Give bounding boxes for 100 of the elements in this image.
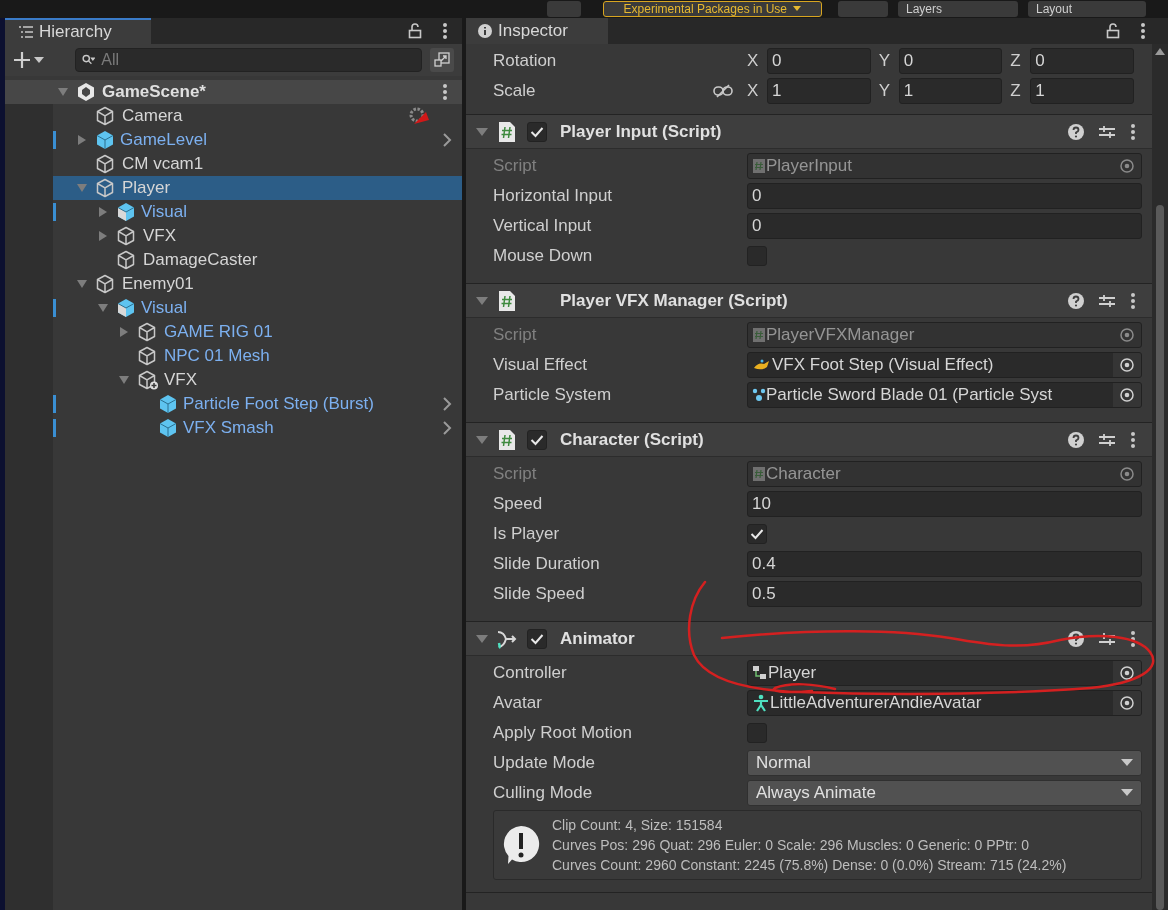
help-icon[interactable]: [1068, 123, 1084, 140]
object-field[interactable]: VFX Foot Step (Visual Effect): [747, 352, 1142, 378]
foldout-arrow-icon[interactable]: [476, 295, 488, 306]
expand-arrow-icon[interactable]: [98, 303, 108, 313]
hierarchy-item[interactable]: GameLevel: [53, 128, 462, 152]
help-icon[interactable]: [1068, 292, 1084, 309]
broken-link-icon[interactable]: [713, 84, 733, 98]
component-header[interactable]: Animator: [466, 622, 1152, 656]
number-field[interactable]: 0: [898, 48, 1003, 74]
menu-icon[interactable]: [1130, 629, 1136, 648]
menu-icon[interactable]: [1140, 22, 1146, 40]
number-field[interactable]: 1: [1030, 78, 1134, 104]
number-field[interactable]: 1: [898, 78, 1003, 104]
sliders-icon[interactable]: [1098, 123, 1116, 140]
layers-dropdown[interactable]: Layers: [898, 1, 1018, 17]
number-field[interactable]: 0.4: [747, 551, 1142, 577]
packages-button[interactable]: Experimental Packages in Use: [602, 1, 822, 17]
item-label: Visual: [141, 201, 187, 224]
check-icon: [530, 125, 544, 138]
checkbox[interactable]: [527, 628, 547, 649]
number-field[interactable]: 0.5: [747, 581, 1142, 607]
lock-icon[interactable]: [1106, 23, 1120, 39]
checkbox[interactable]: [747, 524, 767, 544]
plus-icon[interactable]: [13, 51, 31, 69]
scene-picker-button[interactable]: [430, 48, 454, 72]
hierarchy-item[interactable]: NPC 01 Mesh: [53, 344, 462, 368]
field-label: Vertical Input: [493, 215, 593, 238]
hierarchy-item[interactable]: VFX: [53, 224, 462, 248]
model-cube-icon: [116, 298, 136, 318]
hierarchy-item[interactable]: Player: [53, 176, 462, 200]
scroll-up-icon[interactable]: [1155, 48, 1165, 55]
expand-arrow-icon[interactable]: [98, 207, 108, 217]
checkbox[interactable]: [527, 121, 547, 142]
prefab-cube-icon: [158, 418, 178, 438]
hierarchy-item[interactable]: DamageCaster: [53, 248, 462, 272]
chevron-right-icon[interactable]: [442, 421, 452, 435]
menu-icon[interactable]: [1130, 430, 1136, 449]
expand-arrow-icon[interactable]: [98, 231, 108, 241]
dropdown[interactable]: Always Animate: [747, 780, 1142, 806]
sliders-icon[interactable]: [1098, 431, 1116, 448]
hierarchy-item[interactable]: VFX: [53, 368, 462, 392]
inspector-tab[interactable]: Inspector: [466, 18, 608, 44]
hierarchy-item[interactable]: Visual: [53, 200, 462, 224]
foldout-arrow-icon[interactable]: [476, 633, 488, 644]
node-graph-icon: [752, 665, 768, 681]
number-field[interactable]: 10: [747, 491, 1142, 517]
hierarchy-item[interactable]: GAME RIG 01: [53, 320, 462, 344]
number-field[interactable]: 1: [767, 78, 871, 104]
hierarchy-item[interactable]: Particle Foot Step (Burst): [53, 392, 462, 416]
scene-header[interactable]: GameScene*: [5, 80, 462, 104]
component-header[interactable]: Player Input (Script): [466, 115, 1152, 149]
expand-arrow-icon[interactable]: [119, 375, 129, 385]
field-label: Script: [493, 324, 538, 347]
chevron-right-icon[interactable]: [442, 133, 452, 147]
menu-icon[interactable]: [1130, 122, 1136, 141]
scrollbar-thumb[interactable]: [1156, 205, 1164, 910]
lamp-icon: [752, 358, 772, 372]
foldout-arrow-icon[interactable]: [476, 126, 488, 137]
dropdown[interactable]: Normal: [747, 750, 1142, 776]
object-picker-icon[interactable]: [1119, 695, 1135, 711]
hierarchy-item[interactable]: CM vcam1: [53, 152, 462, 176]
sliders-icon[interactable]: [1098, 630, 1116, 647]
object-field[interactable]: LittleAdventurerAndieAvatar: [747, 690, 1142, 716]
object-field[interactable]: Player: [747, 660, 1142, 686]
object-picker-icon[interactable]: [1119, 387, 1135, 403]
component-header[interactable]: Character (Script): [466, 423, 1152, 457]
expand-arrow-icon[interactable]: [77, 279, 87, 289]
help-icon[interactable]: [1068, 630, 1084, 647]
dropdown-caret-icon[interactable]: [34, 56, 44, 64]
expand-arrow-icon[interactable]: [119, 327, 129, 337]
lock-icon[interactable]: [408, 23, 422, 39]
number-field[interactable]: 0: [747, 213, 1142, 239]
scrollbar[interactable]: [1152, 44, 1168, 910]
checkbox[interactable]: [527, 429, 547, 450]
help-icon[interactable]: [1068, 431, 1084, 448]
chevron-right-icon[interactable]: [442, 397, 452, 411]
object-picker-icon[interactable]: [1119, 665, 1135, 681]
menu-icon[interactable]: [442, 83, 448, 101]
layout-dropdown[interactable]: Layout: [1028, 1, 1146, 17]
field-label: Is Player: [493, 523, 561, 546]
number-field[interactable]: 0: [747, 183, 1142, 209]
field-label: Rotation: [493, 50, 558, 73]
object-field[interactable]: Particle Sword Blade 01 (Particle Syst: [747, 382, 1142, 408]
hierarchy-item[interactable]: Visual: [53, 296, 462, 320]
number-field[interactable]: 0: [1030, 48, 1134, 74]
component-header[interactable]: Player VFX Manager (Script): [466, 284, 1152, 318]
item-label: CM vcam1: [122, 153, 204, 176]
hierarchy-item[interactable]: VFX Smash: [53, 416, 462, 440]
sliders-icon[interactable]: [1098, 292, 1116, 309]
menu-icon[interactable]: [442, 22, 448, 40]
info-text: Curves Pos: 296 Quat: 296 Euler: 0 Scale: 296 Muscles: 0 Generic: 0 PPtr: 0: [552, 836, 1031, 855]
expand-arrow-icon[interactable]: [77, 135, 87, 145]
object-picker-icon[interactable]: [1119, 357, 1135, 373]
menu-icon[interactable]: [1130, 291, 1136, 310]
foldout-arrow-icon[interactable]: [476, 434, 488, 445]
hierarchy-item[interactable]: Enemy01: [53, 272, 462, 296]
hierarchy-item[interactable]: Camera: [53, 104, 462, 128]
axis-label: Z: [1010, 80, 1022, 103]
number-field[interactable]: 0: [767, 48, 871, 74]
hierarchy-tab[interactable]: Hierarchy: [5, 18, 151, 44]
